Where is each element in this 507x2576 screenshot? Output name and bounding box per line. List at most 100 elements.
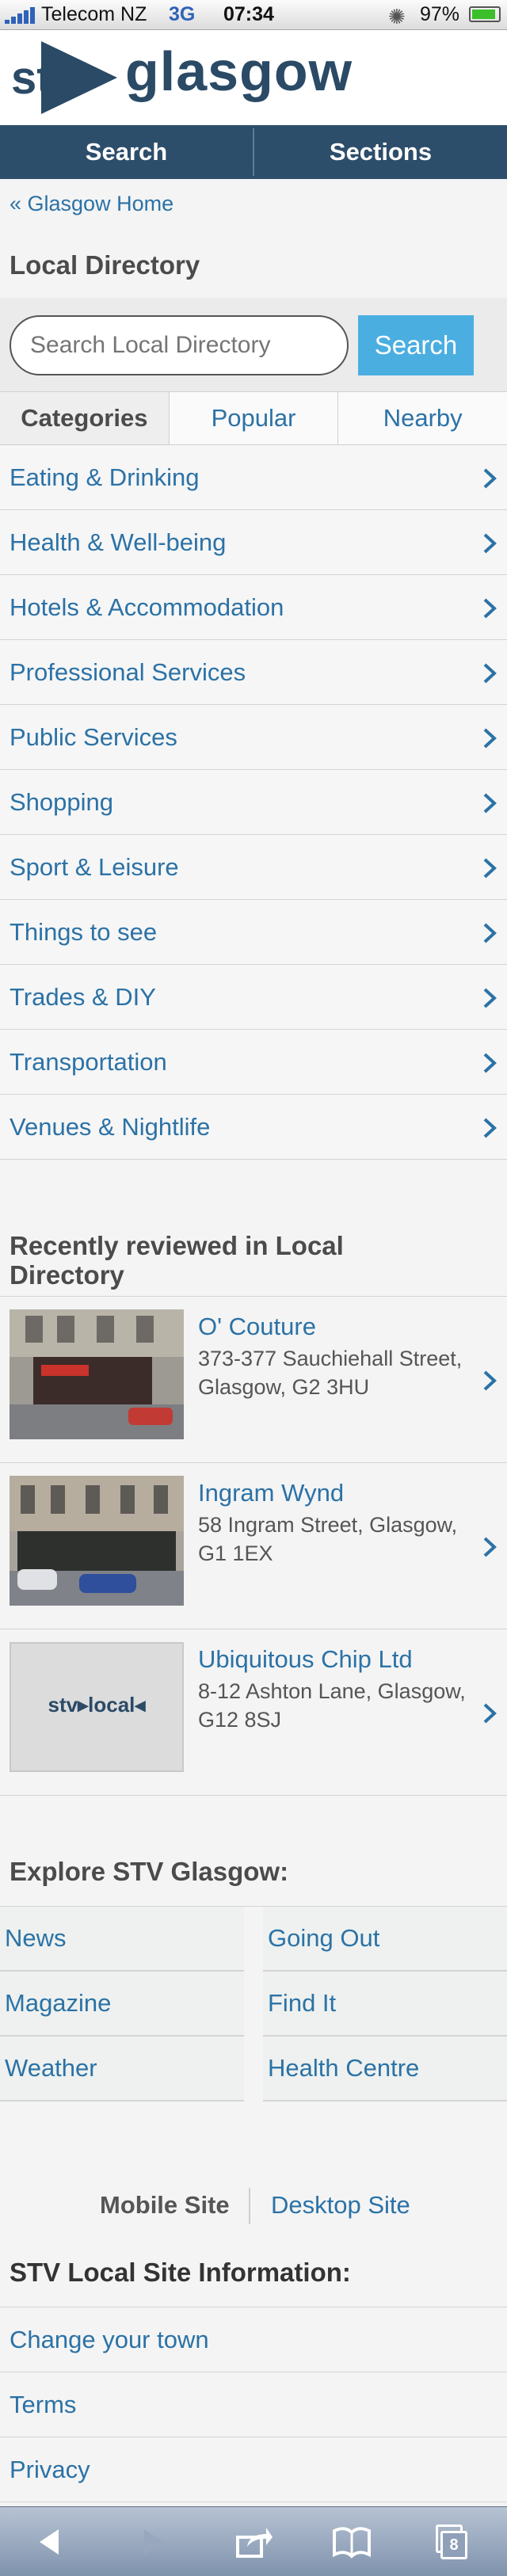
chevron-right-icon (483, 598, 497, 619)
search-input[interactable] (10, 315, 349, 375)
logo-text: stv (11, 52, 78, 104)
category-label: Venues & Nightlife (10, 1113, 211, 1141)
page-title: Local Directory (10, 250, 200, 280)
chevron-right-icon (483, 1537, 497, 1557)
browser-toolbar: 8 (0, 2506, 507, 2576)
placeholder-logo-text: stv▸local◂ (48, 1693, 146, 1717)
review-item[interactable]: Ingram Wynd 58 Ingram Street, Glasgow, G… (0, 1463, 507, 1629)
category-item[interactable]: Venues & Nightlife (0, 1095, 507, 1160)
privacy-link[interactable]: Privacy (0, 2437, 507, 2502)
chevron-right-icon (483, 1118, 497, 1138)
chevron-right-icon (483, 1370, 497, 1391)
category-label: Professional Services (10, 658, 246, 686)
breadcrumb-glasgow-home[interactable]: « Glasgow Home (10, 192, 173, 216)
venue-address: 373-377 Sauchiehall Street, Glasgow, G2 … (198, 1347, 463, 1399)
info-link-label: Terms (10, 2391, 77, 2418)
signal-strength-icon (5, 6, 38, 24)
chevron-right-icon (483, 858, 497, 878)
battery-percentage: 97% (420, 3, 460, 25)
venue-address: 58 Ingram Street, Glasgow, G1 1EX (198, 1513, 458, 1565)
explore-link-magazine[interactable]: Magazine (0, 1972, 244, 2037)
category-label: Sport & Leisure (10, 853, 179, 881)
directory-tabs: Categories Popular Nearby (0, 391, 507, 445)
venue-name: O' Couture (198, 1313, 316, 1340)
tab-categories[interactable]: Categories (0, 392, 169, 444)
battery-icon (469, 6, 501, 22)
category-label: Public Services (10, 723, 177, 751)
carrier-name: Telecom NZ (41, 3, 147, 25)
chevron-right-icon (483, 793, 497, 814)
category-label: Hotels & Accommodation (10, 593, 284, 621)
category-label: Transportation (10, 1048, 167, 1076)
site-info-list: Change your town Terms Privacy (0, 2307, 507, 2502)
explore-link-label: News (5, 1924, 67, 1952)
tab-nearby[interactable]: Nearby (337, 392, 507, 444)
explore-link-going-out[interactable]: Going Out (263, 1907, 507, 1972)
explore-link-health-centre[interactable]: Health Centre (263, 2037, 507, 2102)
network-type: 3G (169, 3, 196, 25)
chevron-right-icon (483, 1703, 497, 1724)
category-item[interactable]: Health & Well-being (0, 510, 507, 575)
category-item[interactable]: Public Services (0, 705, 507, 770)
recently-reviewed-heading: Recently reviewed in Local Directory (10, 1231, 344, 1290)
sections-nav-button[interactable]: Sections (254, 125, 507, 179)
tabs-icon[interactable]: 8 (431, 2523, 469, 2561)
share-icon[interactable] (234, 2523, 273, 2561)
clock: 07:34 (223, 3, 274, 25)
category-item[interactable]: Trades & DIY (0, 965, 507, 1030)
recently-reviewed-list: O' Couture 373-377 Sauchiehall Street, G… (0, 1296, 507, 1796)
forward-arrow-icon[interactable] (133, 2523, 171, 2561)
category-item[interactable]: Transportation (0, 1030, 507, 1095)
category-label: Health & Well-being (10, 528, 227, 556)
terms-link[interactable]: Terms (0, 2372, 507, 2437)
chevron-right-icon (483, 1053, 497, 1073)
change-town-link[interactable]: Change your town (0, 2307, 507, 2372)
review-item[interactable]: stv▸local◂ Ubiquitous Chip Ltd 8-12 Asht… (0, 1629, 507, 1796)
bookmarks-icon[interactable] (333, 2523, 371, 2561)
explore-links: News Going Out Magazine Find It Weather … (0, 1906, 507, 2102)
main-nav: Search Sections (0, 125, 507, 179)
directory-search: Search (0, 298, 507, 391)
category-item[interactable]: Eating & Drinking (0, 445, 507, 510)
category-item[interactable]: Sport & Leisure (0, 835, 507, 900)
tab-popular[interactable]: Popular (168, 392, 338, 444)
venue-address: 8-12 Ashton Lane, Glasgow, G12 8SJ (198, 1679, 466, 1732)
category-label: Eating & Drinking (10, 463, 200, 491)
stv-logo-icon[interactable]: stv (10, 38, 117, 117)
category-item[interactable]: Shopping (0, 770, 507, 835)
stv-local-placeholder-image: stv▸local◂ (10, 1642, 184, 1772)
explore-link-weather[interactable]: Weather (0, 2037, 244, 2102)
venue-photo (10, 1309, 184, 1439)
info-link-label: Change your town (10, 2326, 209, 2353)
explore-link-label: Magazine (5, 1989, 112, 2017)
tab-count: 8 (440, 2531, 467, 2559)
explore-link-find-it[interactable]: Find It (263, 1972, 507, 2037)
search-nav-button[interactable]: Search (0, 125, 253, 179)
chevron-right-icon (483, 663, 497, 684)
info-link-label: Privacy (10, 2456, 90, 2483)
site-version-links: Mobile Site Desktop Site (0, 2185, 507, 2232)
category-label: Things to see (10, 918, 158, 946)
explore-link-label: Going Out (268, 1924, 380, 1952)
explore-link-label: Weather (5, 2054, 97, 2082)
search-button[interactable]: Search (358, 315, 474, 375)
category-item[interactable]: Hotels & Accommodation (0, 575, 507, 640)
category-item[interactable]: Things to see (0, 900, 507, 965)
chevron-right-icon (483, 923, 497, 943)
category-list: Eating & Drinking Health & Well-being Ho… (0, 445, 507, 1160)
back-arrow-icon[interactable] (32, 2523, 70, 2561)
chevron-right-icon (483, 533, 497, 554)
mobile-site-label: Mobile Site (100, 2191, 230, 2219)
chevron-right-icon (483, 988, 497, 1008)
explore-link-label: Health Centre (268, 2054, 420, 2082)
category-item[interactable]: Professional Services (0, 640, 507, 705)
status-bar: Telecom NZ 3G 07:34 ✺ 97% (0, 0, 507, 30)
explore-link-label: Find It (268, 1989, 337, 2017)
review-item[interactable]: O' Couture 373-377 Sauchiehall Street, G… (0, 1297, 507, 1463)
site-brand[interactable]: glasgow (125, 40, 353, 103)
activity-spinner-icon: ✺ (388, 5, 406, 29)
desktop-site-link[interactable]: Desktop Site (271, 2191, 410, 2220)
explore-link-news[interactable]: News (0, 1907, 244, 1972)
category-label: Shopping (10, 788, 114, 816)
chevron-right-icon (483, 728, 497, 749)
